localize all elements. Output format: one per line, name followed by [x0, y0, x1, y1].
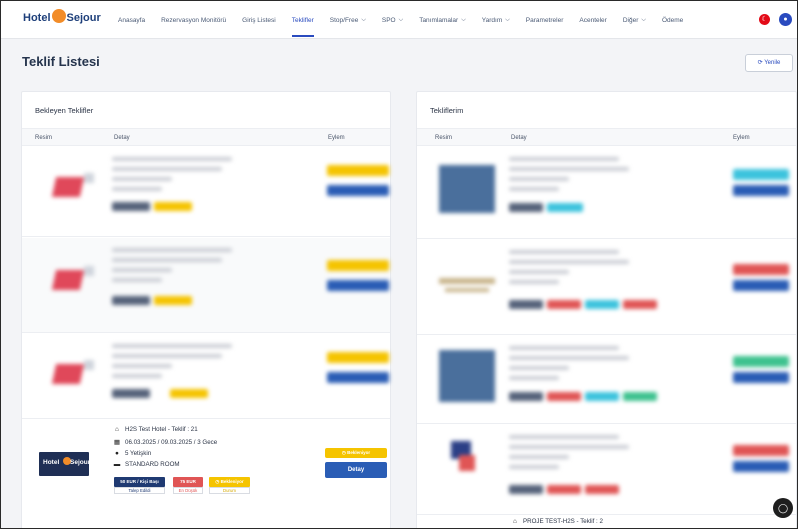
nav-item-spo[interactable]: SPO ⌵: [382, 1, 403, 39]
nav-item-odeme[interactable]: Ödeme: [662, 1, 683, 39]
chevron-down-icon: ⌵: [641, 16, 646, 23]
hotel-image: [42, 260, 102, 300]
column-header-action: Eylem: [733, 135, 750, 141]
min-price-sub: En Düşük: [173, 487, 203, 494]
status-pill: ◷ Bekleniyor: [325, 448, 387, 458]
bed-icon: ▬: [113, 461, 121, 468]
hotel-image: [439, 165, 495, 213]
hotel-image: [445, 435, 491, 485]
table-row[interactable]: [22, 147, 390, 237]
column-header-detail: Detay: [511, 135, 527, 141]
offer-room-line: ▬ STANDARD ROOM: [113, 461, 180, 468]
offer-hotel-line: ⌂ H2S Test Hotel - Teklif : 21: [113, 426, 198, 433]
blurred-actions: [733, 356, 789, 396]
partial-offer-line: ⌂ PROJE TEST-H2S - Teklif : 2: [511, 518, 603, 525]
person-icon: ●: [115, 450, 119, 457]
column-header-detail: Detay: [114, 135, 130, 141]
page-title: Teklif Listesi: [22, 54, 100, 69]
user-icon[interactable]: ●: [779, 13, 792, 26]
refresh-icon: ⟳: [757, 60, 763, 66]
app-frame: Hotel Sejour Anasayfa Rezervasyon Monitö…: [0, 0, 798, 529]
hotel-image: [439, 350, 495, 402]
blurred-detail: [509, 157, 659, 227]
logo-text-right: Sejour: [66, 12, 101, 24]
my-offers-card: Tekliflerim Resim Detay Eylem ⌂ PROJE TE…: [416, 91, 797, 528]
card-title: Bekleyen Teklifler: [35, 106, 94, 115]
nav-item-teklifler[interactable]: Teklifler: [291, 1, 314, 39]
blurred-actions: [733, 169, 789, 209]
blurred-actions: [733, 445, 789, 485]
table-row[interactable]: [22, 334, 390, 419]
blurred-actions: [327, 260, 389, 305]
column-header-image: Resim: [435, 135, 453, 141]
hotel-image: [42, 167, 102, 207]
top-navbar: Hotel Sejour Anasayfa Rezervasyon Monitö…: [1, 1, 797, 39]
table-header: Resim Detay Eylem: [22, 128, 390, 146]
table-row[interactable]: [417, 336, 796, 424]
table-row[interactable]: [417, 240, 796, 335]
blurred-detail: [509, 250, 709, 325]
chat-icon[interactable]: ◯: [773, 498, 793, 518]
blurred-detail: [509, 346, 709, 416]
flag-icon[interactable]: ☾: [759, 14, 770, 25]
hotel-image: [42, 354, 102, 394]
chevron-down-icon: ⌵: [505, 16, 510, 23]
chevron-down-icon: ⌵: [361, 16, 366, 23]
nav-item-rezervasyon-monitoru[interactable]: Rezervasyon Monitörü: [161, 1, 226, 39]
offer-guests-line: ● 5 Yetişkin: [113, 450, 151, 457]
nav-item-diger[interactable]: Diğer ⌵: [623, 1, 646, 39]
chevron-down-icon: ⌵: [398, 16, 404, 23]
column-header-image: Resim: [35, 135, 53, 141]
blurred-detail: [509, 435, 709, 507]
price-tag: 50 EUR / Kişi Başı: [114, 477, 165, 487]
card-title: Tekliflerim: [430, 106, 464, 115]
blurred-detail: [112, 248, 262, 323]
column-header-action: Eylem: [328, 135, 345, 141]
nav-item-parametreler[interactable]: Parametreler: [526, 1, 564, 39]
nav-item-tanimlamalar[interactable]: Tanımlamalar ⌵: [419, 1, 466, 39]
status-tag: ◷ Bekleniyor: [209, 477, 250, 487]
hotel-logo-image: Hotel Sejour: [39, 452, 90, 476]
refresh-button[interactable]: ⟳ Yenile: [745, 54, 793, 72]
table-header: Resim Detay Eylem: [417, 128, 796, 146]
hotel-image: [437, 270, 497, 300]
blurred-actions: [327, 165, 389, 210]
chevron-down-icon: ⌵: [461, 16, 466, 23]
nav-item-giris-listesi[interactable]: Giriş Listesi: [242, 1, 276, 39]
status-sub: Durum: [209, 487, 250, 494]
price-sub: Talep Edildi: [114, 487, 165, 494]
main-nav: Anasayfa Rezervasyon Monitörü Giriş List…: [118, 1, 699, 39]
home-icon: ⌂: [115, 426, 119, 433]
blurred-detail: [112, 344, 262, 409]
nav-item-yardim[interactable]: Yardım ⌵: [482, 1, 510, 39]
detail-button[interactable]: Detay: [325, 462, 387, 478]
logo-emblem: [51, 9, 66, 23]
nav-item-acenteler[interactable]: Acenteler: [579, 1, 606, 39]
nav-item-stop-free[interactable]: Stop/Free ⌵: [330, 1, 366, 39]
table-row[interactable]: [417, 425, 796, 515]
offer-dates-line: ▦ 06.03.2025 / 09.03.2025 / 3 Gece: [113, 438, 218, 447]
nav-item-anasayfa[interactable]: Anasayfa: [118, 1, 145, 39]
table-row[interactable]: [417, 147, 796, 239]
hotel-sejour-logo[interactable]: Hotel Sejour: [23, 9, 101, 25]
logo-text-left: Hotel: [23, 12, 51, 24]
calendar-icon: ▦: [113, 439, 121, 446]
min-price-tag: 75 EUR: [173, 477, 203, 487]
blurred-actions: [327, 352, 389, 397]
blurred-actions: [733, 264, 789, 304]
blurred-detail: [112, 157, 262, 227]
home-icon: ⌂: [513, 518, 517, 525]
table-row[interactable]: [22, 238, 390, 333]
